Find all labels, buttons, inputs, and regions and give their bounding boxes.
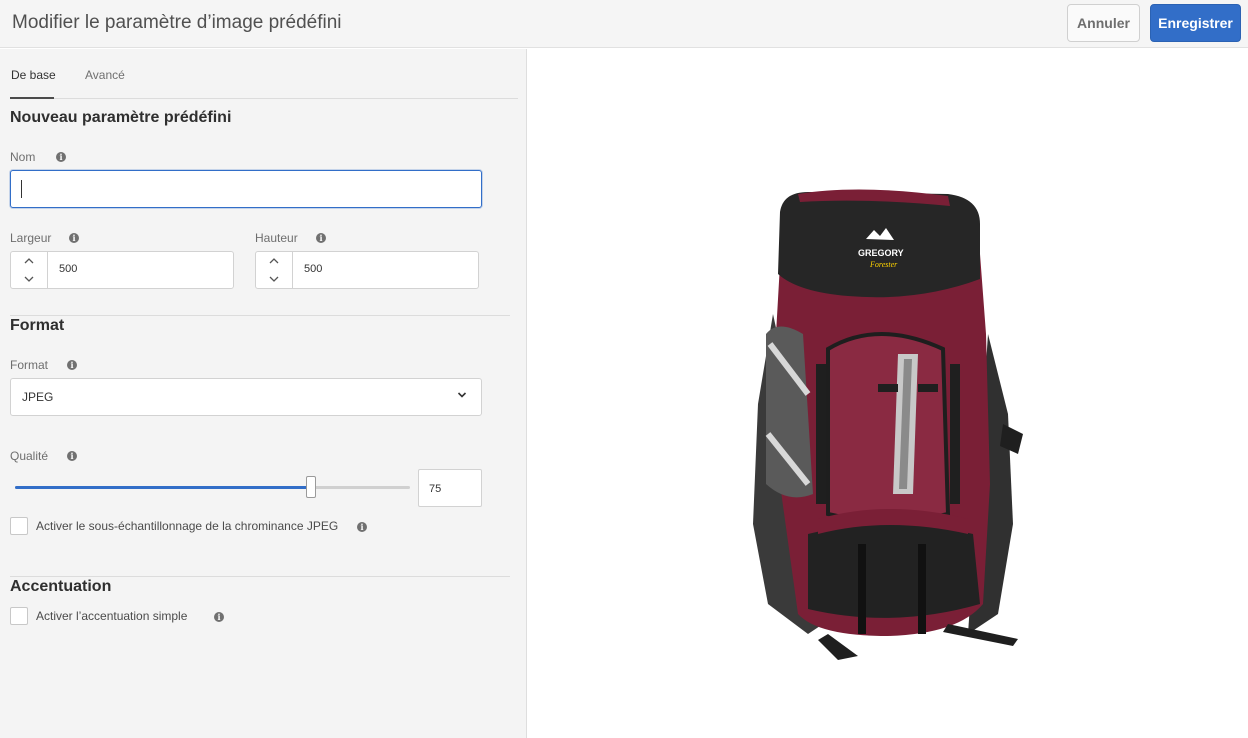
info-icon[interactable]: i bbox=[67, 360, 77, 370]
sharpen-checkbox-label[interactable]: Activer l’accentuation simple bbox=[36, 609, 187, 623]
divider bbox=[10, 315, 510, 316]
info-icon[interactable]: i bbox=[67, 451, 77, 461]
chevron-up-icon bbox=[24, 258, 34, 264]
backpack-image: GREGORY Forester bbox=[753, 189, 1023, 660]
height-increment-button[interactable] bbox=[256, 252, 292, 270]
format-label: Format bbox=[10, 358, 49, 372]
chroma-checkbox[interactable] bbox=[10, 517, 28, 535]
width-stepper: 500 bbox=[10, 251, 234, 289]
height-stepper-buttons bbox=[256, 252, 293, 288]
info-icon[interactable]: i bbox=[316, 233, 326, 243]
chroma-checkbox-label[interactable]: Activer le sous-échantillonnage de la ch… bbox=[36, 519, 338, 533]
width-stepper-buttons bbox=[11, 252, 48, 288]
active-tab-indicator bbox=[10, 97, 54, 99]
width-decrement-button[interactable] bbox=[11, 270, 47, 288]
chevron-down-icon bbox=[457, 392, 467, 398]
section-title-preset: Nouveau paramètre prédéfini bbox=[10, 109, 232, 126]
name-label: Nom bbox=[10, 150, 36, 164]
name-input[interactable] bbox=[10, 170, 482, 208]
sharpen-checkbox[interactable] bbox=[10, 607, 28, 625]
quality-label: Qualité bbox=[10, 449, 49, 463]
format-selected-value: JPEG bbox=[22, 390, 54, 404]
quality-input[interactable]: 75 bbox=[418, 469, 482, 507]
width-label: Largeur bbox=[10, 231, 52, 245]
section-title-sharpen: Accentuation bbox=[10, 578, 112, 595]
chevron-down-icon bbox=[269, 276, 279, 282]
info-icon[interactable]: i bbox=[69, 233, 79, 243]
model-logo-text: Forester bbox=[869, 260, 898, 269]
info-icon[interactable]: i bbox=[56, 152, 66, 162]
cancel-button[interactable]: Annuler bbox=[1067, 4, 1140, 42]
quality-slider-thumb[interactable] bbox=[306, 476, 317, 498]
brand-logo-text: GREGORY bbox=[858, 248, 904, 258]
width-increment-button[interactable] bbox=[11, 252, 47, 270]
width-value[interactable]: 500 bbox=[59, 263, 77, 275]
divider bbox=[10, 576, 510, 577]
tab-basic[interactable]: De base bbox=[11, 68, 56, 82]
page-title: Modifier le paramètre d’image prédéfini bbox=[12, 12, 342, 33]
text-caret bbox=[21, 180, 22, 198]
header-bar: Modifier le paramètre d’image prédéfini … bbox=[0, 0, 1248, 48]
info-icon[interactable]: i bbox=[214, 612, 224, 622]
image-preview-panel: GREGORY Forester bbox=[528, 49, 1248, 738]
height-stepper: 500 bbox=[255, 251, 479, 289]
format-select[interactable]: JPEG bbox=[10, 378, 482, 416]
height-value[interactable]: 500 bbox=[304, 263, 322, 275]
height-label: Hauteur bbox=[255, 231, 298, 245]
settings-panel: De base Avancé Nouveau paramètre prédéfi… bbox=[0, 49, 527, 738]
height-decrement-button[interactable] bbox=[256, 270, 292, 288]
quality-slider-fill bbox=[15, 486, 312, 489]
quality-slider-track[interactable] bbox=[15, 486, 410, 489]
info-icon[interactable]: i bbox=[357, 522, 367, 532]
section-title-format: Format bbox=[10, 317, 65, 334]
save-button[interactable]: Enregistrer bbox=[1150, 4, 1241, 42]
tabs-divider bbox=[10, 98, 518, 99]
tab-advanced[interactable]: Avancé bbox=[85, 68, 125, 82]
chevron-down-icon bbox=[24, 276, 34, 282]
quality-value: 75 bbox=[429, 483, 442, 495]
chevron-up-icon bbox=[269, 258, 279, 264]
